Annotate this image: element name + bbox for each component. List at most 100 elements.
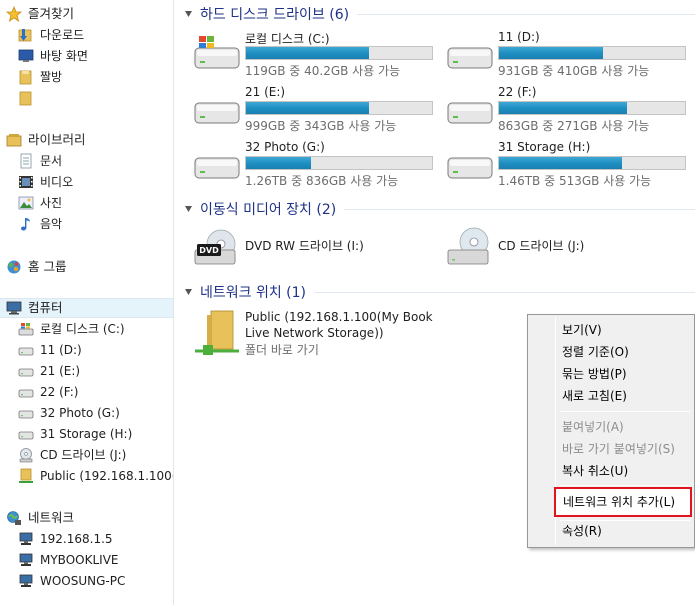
network-pc-icon [18,573,34,589]
network-share-icon [195,310,239,355]
nav-label: CD 드라이브 (J:) [40,448,127,462]
section-header-network[interactable]: 네트워크 위치 (1) [175,281,695,303]
capacity-bar [245,101,433,115]
nav-libraries[interactable]: 라이브러리 [6,130,86,150]
menu-item-sort-by[interactable]: 정렬 기준(O) [532,341,690,363]
nav-item-folder-blank[interactable] [18,88,40,108]
nav-label: 11 (D:) [40,343,82,357]
drive-icon [447,102,493,124]
drive-item-e[interactable]: 21 (E:) 999GB 중 343GB 사용 가능 [193,85,443,133]
section-header-hdd[interactable]: 하드 디스크 드라이브 (6) [175,3,695,25]
collapse-triangle-icon [185,205,192,212]
drive-item-g[interactable]: 32 Photo (G:) 1.26TB 중 836GB 사용 가능 [193,140,443,188]
capacity-bar-fill [246,157,312,169]
drive-icon [18,384,34,400]
navigation-pane: 즐겨찾기 다운로드 바탕 화면 짤방 라이브러리 문서 비디오 사진 음악 홈 … [0,0,174,605]
nav-label: 문서 [40,154,63,168]
nav-favorites[interactable]: 즐겨찾기 [6,4,74,24]
section-title: 이동식 미디어 장치 (2) [200,202,337,218]
nav-item-drive-f[interactable]: 22 (F:) [18,382,78,402]
nav-label: 다운로드 [40,28,85,42]
menu-item-properties[interactable]: 속성(R) [532,520,690,542]
nav-computer[interactable]: 컴퓨터 [0,298,173,318]
computer-icon [6,300,22,316]
menu-item-undo-copy[interactable]: 복사 취소(U) [532,460,690,482]
network-share-icon [18,468,34,484]
drive-item-d[interactable]: 11 (D:) 931GB 중 410GB 사용 가능 [446,30,695,78]
drive-icon [18,363,34,379]
dvd-drive-icon: DVD [194,229,236,265]
nav-label: 21 (E:) [40,364,81,378]
drive-icon [194,157,240,179]
capacity-bar-fill [499,157,622,169]
network-location-type: 폴더 바로 가기 [245,343,319,357]
nav-item-drive-d[interactable]: 11 (D:) [18,340,82,360]
nav-item-downloads[interactable]: 다운로드 [18,25,84,45]
network-location-item[interactable]: Public (192.168.1.100(My Book Live Netwo… [193,309,433,361]
network-pc-icon [18,531,34,547]
nav-item-pictures[interactable]: 사진 [18,193,62,213]
nav-item-music[interactable]: 음악 [18,214,62,234]
section-divider [357,13,695,15]
drive-icon [18,426,34,442]
menu-item-add-network-location[interactable]: 네트워크 위치 추가(L) [554,487,692,517]
nav-item-network-pc-3[interactable]: WOOSUNG-PC [18,571,125,591]
nav-item-drive-h[interactable]: 31 Storage (H:) [18,424,132,444]
nav-item-drive-c[interactable]: 로컬 디스크 (C:) [18,319,125,339]
folder-icon [18,90,34,106]
nav-item-videos[interactable]: 비디오 [18,172,73,192]
nav-item-network-pc-1[interactable]: 192.168.1.5 [18,529,113,549]
drive-item-h[interactable]: 31 Storage (H:) 1.46TB 중 513GB 사용 가능 [446,140,695,188]
menu-item-paste-shortcut[interactable]: 바로 가기 붙여넣기(S) [532,438,690,460]
nav-item-drive-g[interactable]: 32 Photo (G:) [18,403,120,423]
menu-item-group-by[interactable]: 묶는 방법(P) [532,363,690,385]
drive-name: 32 Photo (G:) [245,140,325,154]
homegroup-icon [6,259,22,275]
nav-item-network-share[interactable]: Public (192.168.1.100(M [18,466,173,486]
collapse-triangle-icon [185,288,192,295]
nav-label: 비디오 [40,175,74,189]
nav-homegroup[interactable]: 홈 그룹 [6,257,66,277]
drive-item-f[interactable]: 22 (F:) 863GB 중 271GB 사용 가능 [446,85,695,133]
drive-item-cd-j[interactable]: CD 드라이브 (J:) [446,224,695,268]
nav-network[interactable]: 네트워크 [6,508,74,528]
context-menu: 보기(V) 정렬 기준(O) 묶는 방법(P) 새로 고침(E) 붙여넣기(A)… [527,314,695,548]
drive-free-space: 999GB 중 343GB 사용 가능 [245,119,397,133]
section-header-removable[interactable]: 이동식 미디어 장치 (2) [175,198,695,220]
nav-item-desktop[interactable]: 바탕 화면 [18,46,88,66]
drive-name: 11 (D:) [498,30,540,44]
drive-item-dvd-i[interactable]: DVD DVD RW 드라이브 (I:) [193,224,443,268]
menu-item-paste[interactable]: 붙여넣기(A) [532,416,690,438]
drive-free-space: 1.46TB 중 513GB 사용 가능 [498,174,652,188]
menu-item-refresh[interactable]: 새로 고침(E) [532,385,690,407]
nav-label: 즐겨찾기 [28,6,75,21]
drive-name: 21 (E:) [245,85,286,99]
drive-name: 로컬 디스크 (C:) [245,32,330,46]
nav-item-network-pc-2[interactable]: MYBOOKLIVE [18,550,118,570]
menu-item-view[interactable]: 보기(V) [532,319,690,341]
nav-label: 192.168.1.5 [40,532,113,546]
drive-icon [18,405,34,421]
document-icon [18,153,34,169]
nav-item-documents[interactable]: 문서 [18,151,62,171]
capacity-bar [245,156,433,170]
nav-item-folder[interactable]: 짤방 [18,67,62,87]
capacity-bar-fill [499,47,604,59]
nav-label: 사진 [40,196,63,210]
nav-item-drive-e[interactable]: 21 (E:) [18,361,80,381]
drive-item-c[interactable]: 로컬 디스크 (C:) 119GB 중 40.2GB 사용 가능 [193,30,443,78]
capacity-bar [498,101,686,115]
nav-label: WOOSUNG-PC [40,574,126,588]
folder-icon [18,69,34,85]
nav-label: 라이브러리 [28,132,86,147]
capacity-bar-fill [246,47,369,59]
nav-label: 로컬 디스크 (C:) [40,322,125,336]
windows-drive-icon [18,321,34,337]
drive-name: 31 Storage (H:) [498,140,591,154]
nav-label: 31 Storage (H:) [40,427,133,441]
capacity-bar [245,46,433,60]
network-pc-icon [18,552,34,568]
drive-free-space: 1.26TB 중 836GB 사용 가능 [245,174,399,188]
drive-name: CD 드라이브 (J:) [498,239,585,253]
nav-item-drive-j[interactable]: CD 드라이브 (J:) [18,445,126,465]
